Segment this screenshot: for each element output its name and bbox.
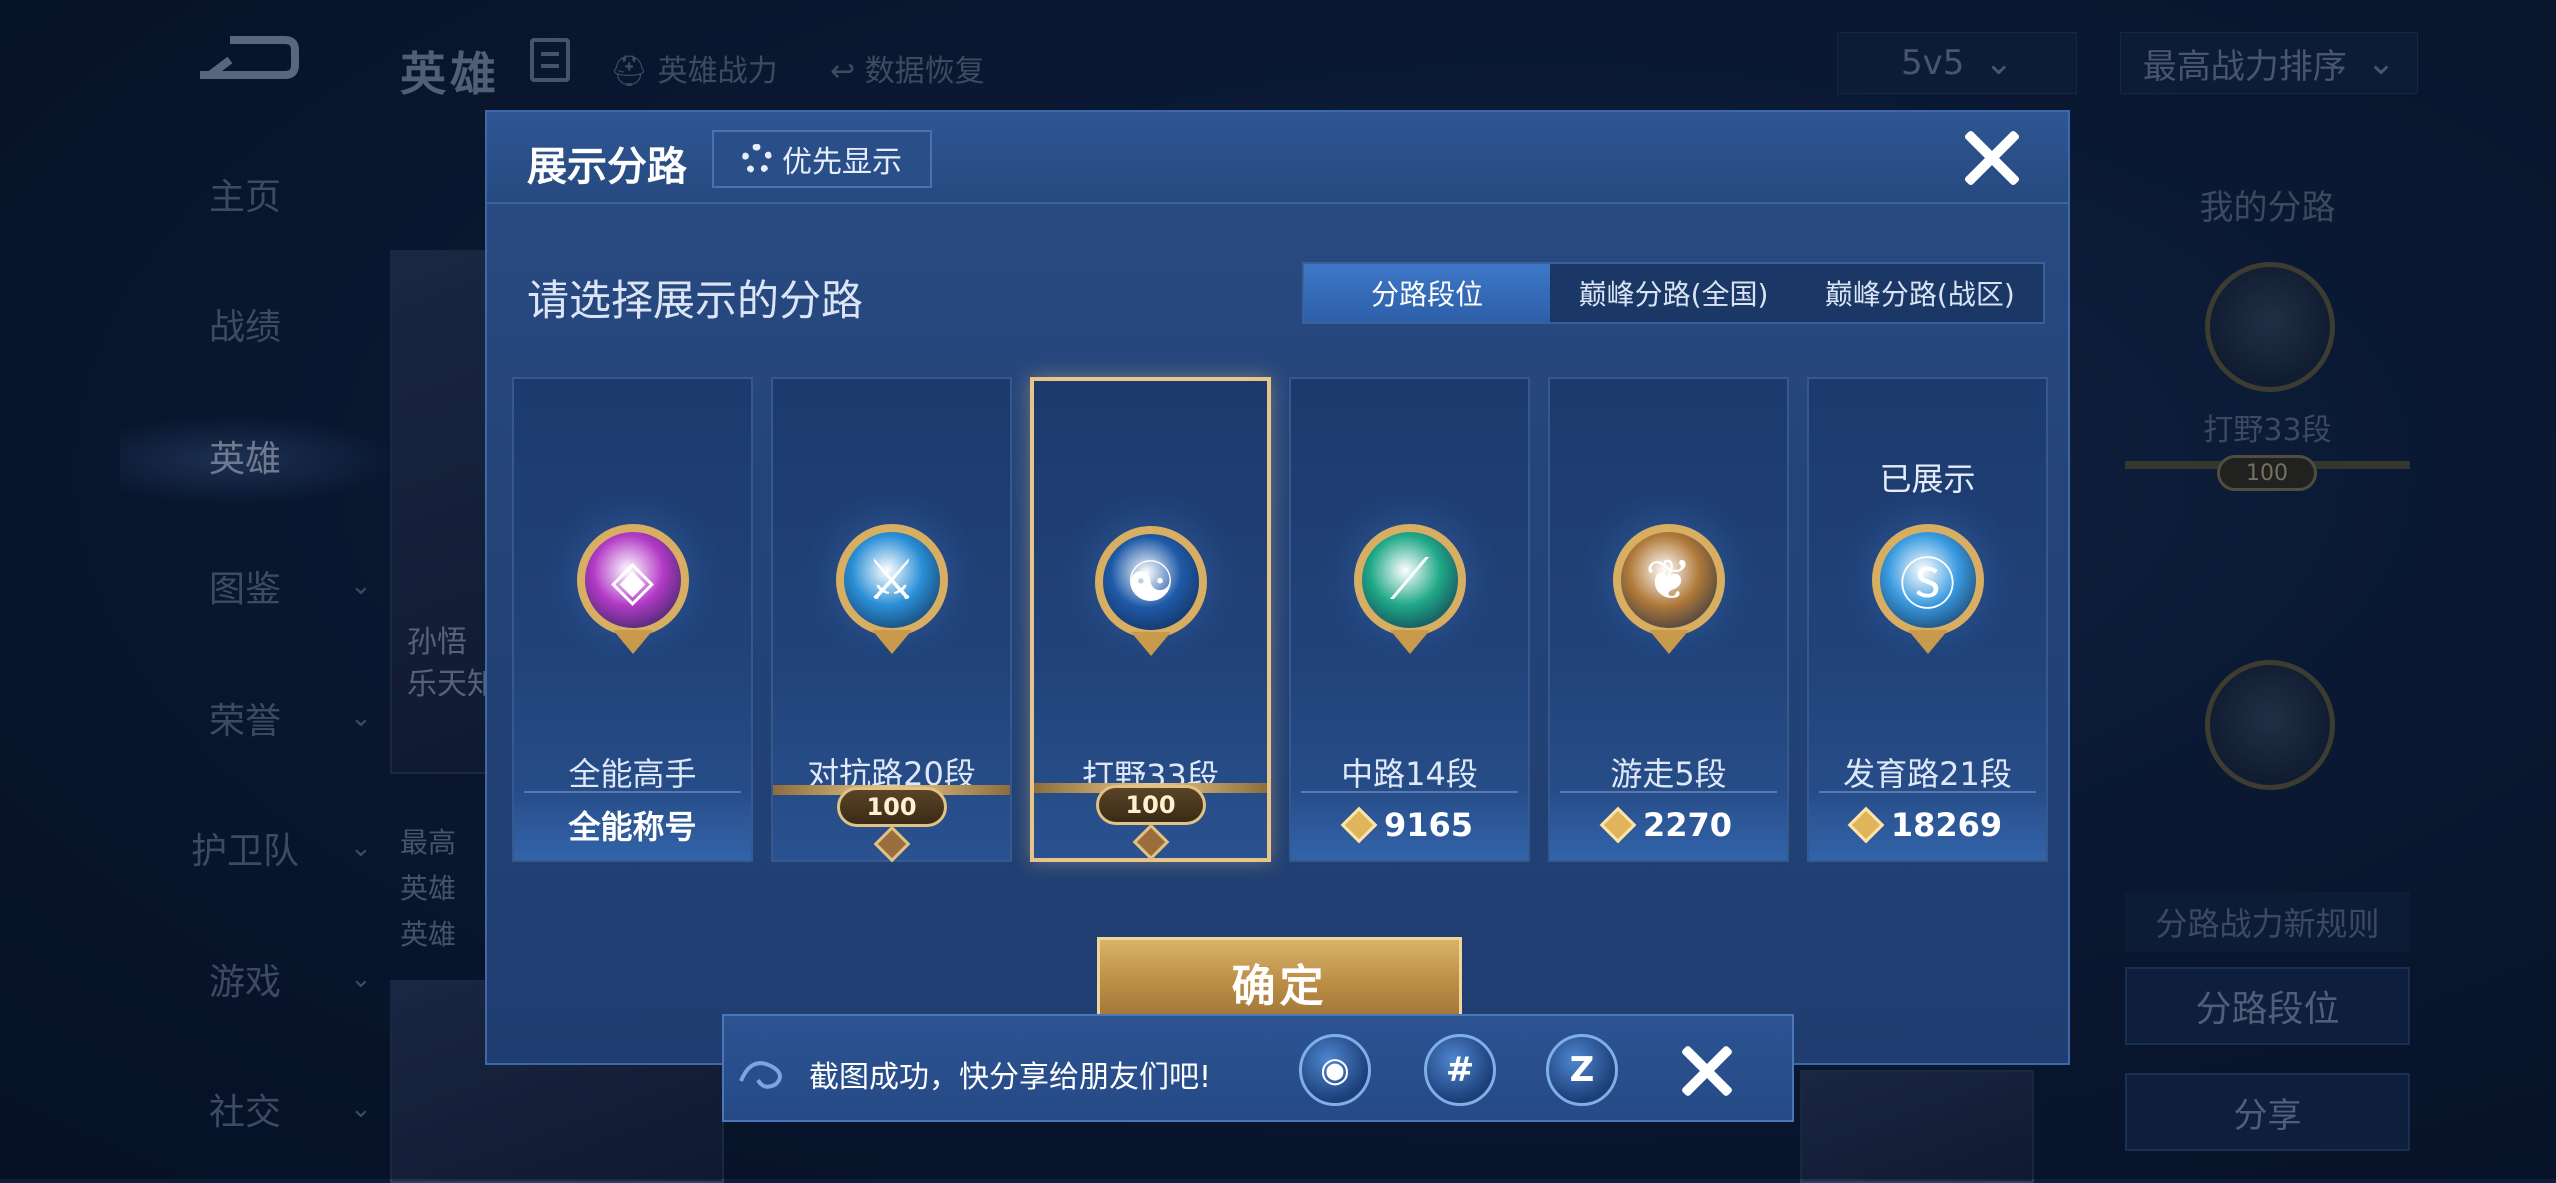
diamond-icon [873, 825, 910, 863]
toast-message: 截图成功，快分享给朋友们吧! [809, 1060, 1212, 1095]
lane-display-dialog: 展示分路 优先显示 请选择展示的分路 分路段位 巅峰分路(全国) 巅峰分路(战区) … [485, 110, 2070, 1065]
qq-icon[interactable]: ◉ [1299, 1034, 1371, 1106]
lane-card[interactable]: ◈ 全能高手全能称号 [512, 377, 753, 862]
score-value: 100 [1095, 785, 1206, 825]
lane-name: 中路14段 [1341, 755, 1478, 793]
power-icon [1340, 806, 1378, 844]
power-icon [1847, 806, 1885, 844]
marksman-icon: Ⓢ [1871, 524, 1984, 654]
score-value: 100 [836, 787, 947, 827]
cloud-swirl-icon [739, 1061, 782, 1089]
close-icon[interactable] [1961, 127, 2023, 189]
mid-lane-icon: ⟋ [1353, 524, 1466, 654]
lane-power: 18269 [1809, 790, 2046, 860]
foot-value: 18269 [1890, 806, 2003, 844]
lane-card-list: ◈ 全能高手全能称号 ⚔ 对抗路20段 100 ☯ 打野33段 100 ⟋ 中路14段 9165 ❦ 游… [512, 377, 2052, 863]
tab-lane-0[interactable]: 分路段位 [1304, 264, 1551, 322]
score-plaque: 100 [773, 785, 1010, 863]
lane-card[interactable]: ☯ 打野33段 100 [1030, 377, 1271, 862]
title-label: 全能称号 [514, 790, 751, 860]
priority-display-button[interactable]: 优先显示 [712, 130, 932, 188]
dragon-icon: ☯ [1094, 526, 1207, 656]
lane-power: 2270 [1550, 790, 1787, 860]
lane-card[interactable]: 已展示 Ⓢ 发育路21段 18269 [1807, 377, 2048, 862]
foot-value: 全能称号 [568, 808, 697, 846]
share-toast: 截图成功，快分享给朋友们吧! ◉ # Z [722, 1014, 1794, 1122]
dialog-subtitle: 请选择展示的分路 [527, 276, 864, 325]
score-plaque: 100 [1034, 783, 1267, 861]
lane-card[interactable]: ⚔ 对抗路20段 100 [771, 377, 1012, 863]
lane-card[interactable]: ❦ 游走5段 2270 [1548, 377, 1789, 862]
foot-value: 9165 [1383, 806, 1474, 844]
dialog-header: 展示分路 优先显示 [487, 112, 2068, 204]
lane-tabs: 分路段位 巅峰分路(全国) 巅峰分路(战区) [1302, 262, 2045, 324]
lane-name: 全能高手 [568, 755, 697, 793]
allround-icon: ◈ [576, 524, 689, 654]
tab-lane-1[interactable]: 巅峰分路(全国) [1550, 264, 1796, 322]
tab-lane-2[interactable]: 巅峰分路(战区) [1797, 264, 2043, 322]
lane-name: 游走5段 [1610, 755, 1727, 793]
qzone-icon[interactable]: Z [1546, 1034, 1618, 1106]
gear-icon [742, 144, 772, 174]
dialog-title: 展示分路 [527, 144, 687, 190]
foot-value: 2270 [1642, 806, 1733, 844]
lane-card[interactable]: ⟋ 中路14段 9165 [1289, 377, 1530, 862]
power-icon [1599, 806, 1637, 844]
close-icon[interactable] [1679, 1043, 1735, 1099]
wechat-moments-icon[interactable]: # [1424, 1034, 1496, 1106]
lane-name: 发育路21段 [1843, 755, 2012, 793]
diamond-icon [1132, 823, 1169, 861]
wings-icon: ❦ [1612, 524, 1725, 654]
lane-power: 9165 [1291, 790, 1528, 860]
crossed-swords-icon: ⚔ [835, 524, 948, 654]
